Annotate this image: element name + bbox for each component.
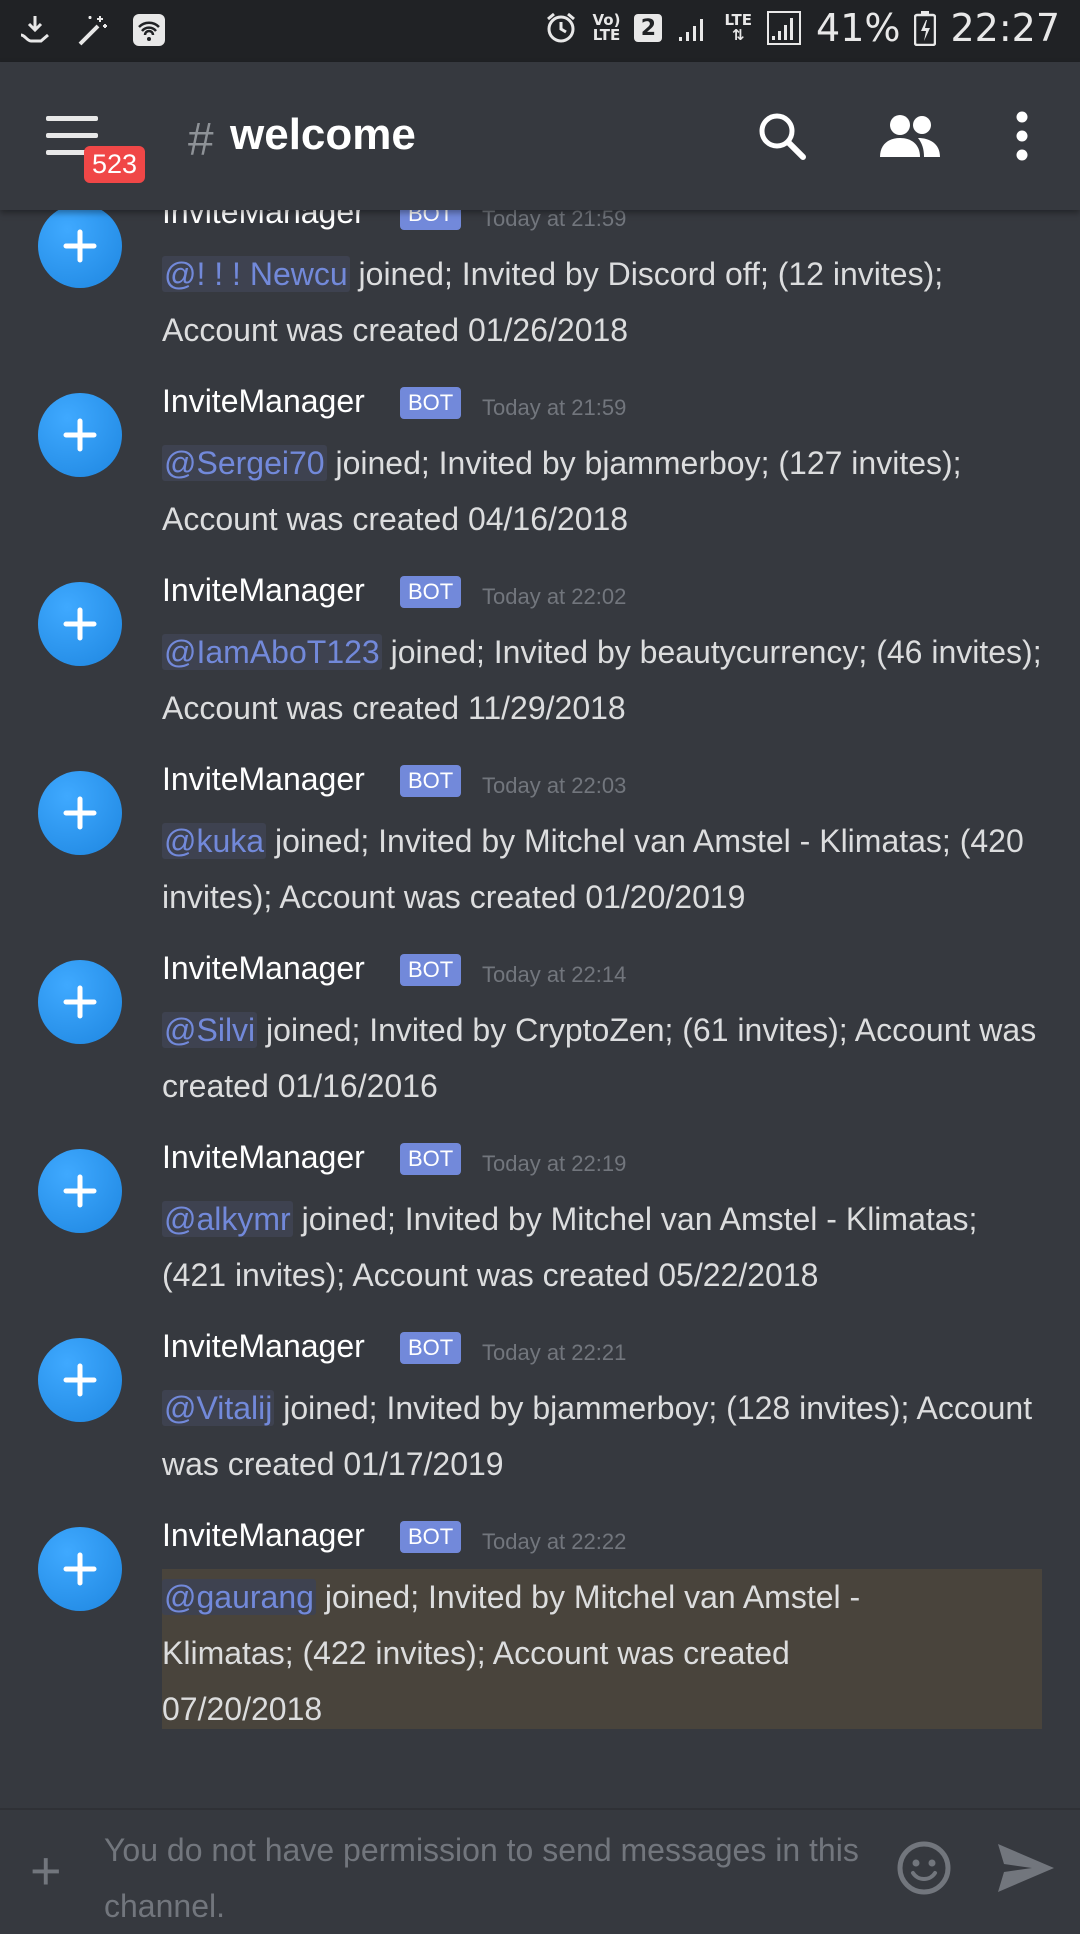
- lte-text: LTE: [724, 11, 753, 29]
- channel-hash-icon: #: [188, 113, 214, 165]
- more-vertical-icon: [1016, 111, 1028, 161]
- plus-icon: [63, 985, 97, 1019]
- message-timestamp: Today at 22:19: [482, 1151, 627, 1176]
- bot-tag: BOT: [400, 1521, 462, 1553]
- avatar[interactable]: [38, 960, 122, 1044]
- lte-indicator: LTE ⇅: [724, 11, 753, 44]
- bot-tag: BOT: [400, 387, 462, 419]
- avatar[interactable]: [38, 771, 122, 855]
- bot-tag: BOT: [400, 765, 462, 797]
- user-mention[interactable]: @kuka: [162, 823, 267, 859]
- plus-icon: [63, 418, 97, 452]
- avatar[interactable]: [38, 1149, 122, 1233]
- message-content: @gaurang joined; Invited by Mitchel van …: [162, 1569, 1042, 1729]
- menu-bar-icon: [46, 116, 98, 121]
- send-icon: [998, 1844, 1054, 1892]
- status-left-icons: [18, 12, 166, 48]
- menu-bar-icon: [46, 133, 98, 138]
- bot-tag: BOT: [400, 1332, 462, 1364]
- alarm-icon: [543, 10, 579, 46]
- avatar[interactable]: [38, 1527, 122, 1611]
- avatar[interactable]: [38, 204, 122, 288]
- message-content: @alkymr joined; Invited by Mitchel van A…: [162, 1191, 1042, 1303]
- plus-icon: [63, 1174, 97, 1208]
- plus-icon: [63, 607, 97, 641]
- members-button[interactable]: [878, 104, 942, 168]
- status-bar: Vo) LTE 2 LTE ⇅ 41% 22:27: [0, 0, 1080, 62]
- avatar[interactable]: [38, 393, 122, 477]
- channel-name: welcome: [230, 110, 416, 159]
- battery-icon: [914, 10, 937, 46]
- permission-notice: You do not have permission to send messa…: [104, 1832, 859, 1924]
- sim-indicator: 2: [634, 14, 663, 42]
- bot-tag: BOT: [400, 954, 462, 986]
- user-mention[interactable]: @IamAboT123: [162, 634, 382, 670]
- message-author[interactable]: InviteManager: [162, 1139, 365, 1176]
- emoji-button[interactable]: [896, 1840, 952, 1896]
- plus-icon: [63, 796, 97, 830]
- message-author[interactable]: InviteManager: [162, 383, 365, 420]
- avatar[interactable]: [38, 1338, 122, 1422]
- bot-tag: BOT: [400, 1143, 462, 1175]
- plus-icon: [63, 229, 97, 263]
- attach-button[interactable]: +: [30, 1840, 62, 1902]
- message-author[interactable]: InviteManager: [162, 761, 365, 798]
- message-timestamp: Today at 22:21: [482, 1340, 627, 1365]
- message-content: @Sergei70 joined; Invited by bjammerboy;…: [162, 435, 1042, 547]
- message-content: @IamAboT123 joined; Invited by beautycur…: [162, 624, 1042, 736]
- user-mention[interactable]: @! ! ! Newcu: [162, 256, 350, 292]
- message-text: joined; Invited by bjammerboy; (128 invi…: [162, 1390, 1033, 1482]
- emoji-icon: [897, 1841, 951, 1895]
- volte-bottom-text: LTE: [592, 26, 621, 44]
- volte-indicator: Vo) LTE: [593, 13, 621, 43]
- unread-badge: 523: [84, 146, 146, 183]
- user-mention[interactable]: @alkymr: [162, 1201, 293, 1237]
- message-author[interactable]: InviteManager: [162, 1517, 365, 1554]
- user-mention[interactable]: @gaurang: [162, 1579, 316, 1615]
- signal-icon: [676, 11, 710, 45]
- message-timestamp: Today at 21:59: [482, 395, 627, 420]
- signal-strength-icon: [766, 10, 802, 46]
- message-content: @! ! ! Newcu joined; Invited by Discord …: [162, 246, 1042, 358]
- magic-wand-icon: [74, 12, 110, 48]
- search-icon: [759, 113, 806, 160]
- message-author[interactable]: InviteManager: [162, 1328, 365, 1365]
- channel-header: # welcome: [0, 62, 1080, 210]
- message-content: @Vitalij joined; Invited by bjammerboy; …: [162, 1380, 1042, 1492]
- message-text: joined; Invited by CryptoZen; (61 invite…: [162, 1012, 1037, 1104]
- plus-icon: [63, 1363, 97, 1397]
- wifi-icon: [132, 13, 166, 47]
- plus-icon: [63, 1552, 97, 1586]
- user-mention[interactable]: @Silvi: [162, 1012, 258, 1048]
- overflow-menu-button[interactable]: [990, 104, 1054, 168]
- message-timestamp: Today at 22:22: [482, 1529, 627, 1554]
- send-button[interactable]: [996, 1840, 1056, 1896]
- message-timestamp: Today at 22:14: [482, 962, 627, 987]
- user-mention[interactable]: @Sergei70: [162, 445, 327, 481]
- message-text: joined; Invited by Mitchel van Amstel - …: [162, 823, 1024, 915]
- message-composer: + You do not have permission to send mes…: [0, 1808, 1080, 1924]
- message-author[interactable]: InviteManager: [162, 572, 365, 609]
- message-content: @kuka joined; Invited by Mitchel van Ams…: [162, 813, 1042, 925]
- user-mention[interactable]: @Vitalij: [162, 1390, 275, 1426]
- members-icon: [880, 115, 940, 157]
- search-button[interactable]: [750, 104, 814, 168]
- download-icon: [18, 13, 52, 47]
- avatar[interactable]: [38, 582, 122, 666]
- message-timestamp: Today at 22:02: [482, 584, 627, 609]
- message-author[interactable]: InviteManager: [162, 950, 365, 987]
- status-right-icons: Vo) LTE 2 LTE ⇅ 41% 22:27: [543, 6, 1060, 50]
- battery-percentage: 41%: [816, 6, 901, 50]
- message-timestamp: Today at 22:03: [482, 773, 627, 798]
- clock: 22:27: [950, 6, 1060, 50]
- message-content: @Silvi joined; Invited by CryptoZen; (61…: [162, 1002, 1042, 1114]
- bot-tag: BOT: [400, 576, 462, 608]
